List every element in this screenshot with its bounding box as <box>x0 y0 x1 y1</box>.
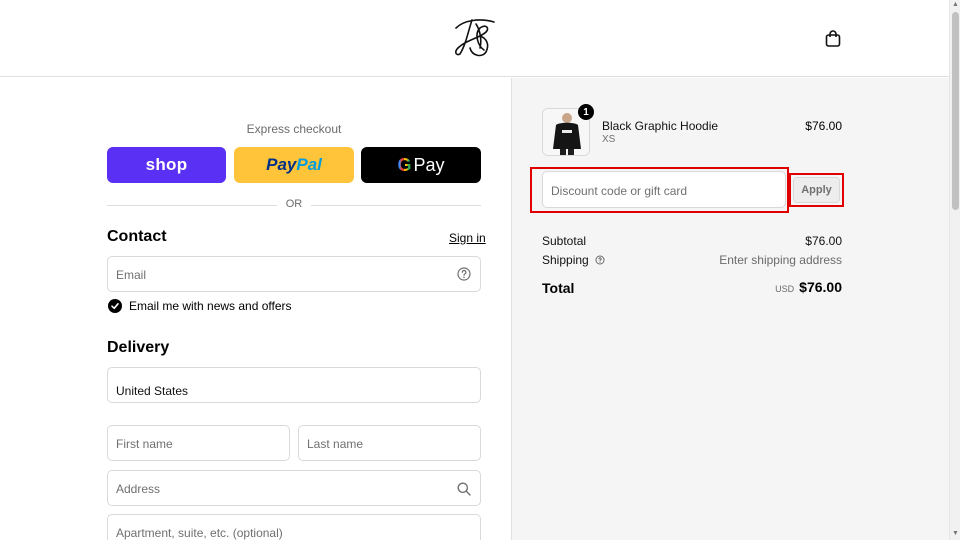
divider-line-right <box>311 205 481 206</box>
discount-placeholder: Discount code or gift card <box>551 184 688 198</box>
shipping-label: Shipping <box>542 253 589 267</box>
shipping-value: Enter shipping address <box>719 253 842 267</box>
total-label: Total <box>542 280 575 296</box>
or-divider: OR <box>107 197 481 213</box>
product-price: $76.00 <box>805 119 842 133</box>
product-variant: XS <box>602 134 616 145</box>
newsletter-option[interactable]: Email me with news and offers <box>108 299 292 313</box>
address-placeholder: Address <box>116 482 161 496</box>
google-pay-button[interactable]: G Pay <box>361 147 481 183</box>
email-placeholder: Email <box>116 268 147 282</box>
country-select[interactable]: United States <box>107 367 481 403</box>
shipping-label-row: Shipping <box>542 253 605 267</box>
or-label: OR <box>285 198 303 210</box>
country-value: United States <box>116 384 189 398</box>
total-amount: $76.00 <box>799 279 842 295</box>
shipping-help-icon[interactable] <box>595 255 605 265</box>
paypal-button[interactable]: Pay Pal <box>234 147 354 183</box>
quantity-badge: 1 <box>578 104 594 120</box>
scroll-up-arrow-icon[interactable]: ▲ <box>952 1 959 9</box>
newsletter-label: Email me with news and offers <box>129 299 292 313</box>
shopping-bag-icon[interactable] <box>823 29 843 49</box>
apartment-field[interactable]: Apartment, suite, etc. (optional) <box>107 514 481 540</box>
apply-discount-button[interactable]: Apply <box>793 177 840 203</box>
express-checkout-title: Express checkout <box>246 122 342 136</box>
paypal-label-part2: Pal <box>296 155 322 174</box>
email-field[interactable]: Email <box>107 256 481 292</box>
product-name: Black Graphic Hoodie <box>602 119 719 133</box>
google-g-icon: G <box>397 154 412 175</box>
last-name-field[interactable]: Last name <box>298 425 481 461</box>
last-name-placeholder: Last name <box>307 437 364 451</box>
page-header <box>0 0 949 77</box>
total-currency: USD <box>775 284 795 294</box>
first-name-field[interactable]: First name <box>107 425 290 461</box>
search-icon[interactable] <box>456 481 472 497</box>
checkmark-icon <box>111 303 119 310</box>
shop-pay-button[interactable]: shop <box>107 147 226 183</box>
page-scrollbar[interactable]: ▲ ▼ <box>949 0 960 540</box>
subtotal-value: $76.00 <box>805 234 842 248</box>
scroll-down-arrow-icon[interactable]: ▼ <box>952 530 959 538</box>
discount-code-input[interactable]: Discount code or gift card <box>542 171 786 208</box>
contact-heading: Contact <box>107 228 167 245</box>
address-field[interactable]: Address <box>107 470 481 506</box>
brand-monogram-logo[interactable] <box>450 14 500 60</box>
apartment-placeholder: Apartment, suite, etc. (optional) <box>116 526 283 540</box>
scroll-thumb[interactable] <box>952 12 959 210</box>
shop-pay-label: shop <box>145 155 188 174</box>
help-circle-icon[interactable] <box>456 266 472 282</box>
newsletter-checkbox[interactable] <box>108 299 122 313</box>
sign-in-link[interactable]: Sign in <box>449 231 486 245</box>
google-pay-label: Pay <box>413 154 445 175</box>
total-value-group: USD $76.00 <box>775 279 842 295</box>
first-name-placeholder: First name <box>116 437 173 451</box>
delivery-heading: Delivery <box>107 339 170 356</box>
paypal-label-part1: Pay <box>266 155 297 174</box>
subtotal-label: Subtotal <box>542 234 587 248</box>
